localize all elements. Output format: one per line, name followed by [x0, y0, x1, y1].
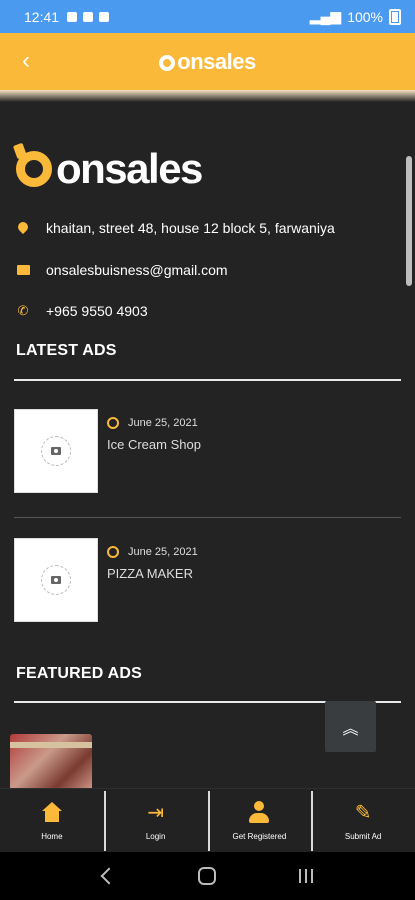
nav-label: Login [145, 832, 166, 841]
notification-icon [67, 11, 78, 22]
battery-icon [389, 8, 401, 25]
ad-date: June 25, 2021 [107, 417, 198, 429]
header-brand-text: onsales [177, 48, 256, 74]
notification-icon [83, 11, 94, 22]
nav-get-registered[interactable]: Get Registered [207, 789, 312, 852]
featured-ad-card[interactable] [10, 734, 92, 788]
user-icon [247, 800, 271, 824]
ad-date-text: June 25, 2021 [128, 417, 198, 429]
phone-icon: ✆ [17, 303, 29, 318]
ad-date-text: June 25, 2021 [128, 546, 198, 558]
ad-title[interactable]: PIZZA MAKER [107, 566, 193, 581]
latest-ads-title: LATEST ADS [16, 342, 117, 359]
system-home-button[interactable] [187, 861, 227, 891]
notification-icons [67, 11, 110, 22]
battery-level: 100% [347, 8, 383, 25]
home-icon [40, 800, 64, 824]
ad-divider [14, 517, 401, 518]
nav-login[interactable]: ⇥ Login [103, 789, 208, 852]
email-text[interactable]: onsalesbuisness@gmail.com [46, 262, 228, 278]
bottom-nav: Home ⇥ Login Get Registered ✎ Submit Ad [0, 788, 415, 852]
camera-placeholder-icon [41, 565, 71, 595]
header-logo: onsales [159, 48, 256, 75]
brand-mark-icon [16, 151, 52, 187]
back-button[interactable]: ‹ [12, 47, 40, 75]
nav-home[interactable]: Home [0, 789, 104, 852]
clock-icon [107, 546, 119, 558]
back-arrow-icon [100, 867, 118, 885]
ad-title[interactable]: Ice Cream Shop [107, 437, 201, 452]
nav-submit-ad[interactable]: ✎ Submit Ad [311, 789, 415, 852]
address-text: khaitan, street 48, house 12 block 5, fa… [46, 220, 335, 236]
chevron-left-icon: ‹ [22, 47, 30, 74]
brand-wordmark: onsales [56, 145, 203, 192]
login-icon: ⇥ [147, 801, 164, 824]
signal-icon: ▂▄▆ [309, 8, 342, 24]
system-nav-bar [0, 852, 415, 900]
brand-logo: onsales [16, 145, 203, 192]
logo-mark-icon [159, 54, 176, 71]
nav-label: Get Registered [232, 832, 287, 841]
location-pin-icon [16, 221, 30, 235]
ad-thumbnail[interactable] [14, 538, 98, 622]
recents-icon [298, 869, 313, 883]
double-chevron-up-icon: ︽ [342, 720, 359, 738]
ad-list-item[interactable]: June 25, 2021 Ice Cream Shop [14, 409, 401, 493]
system-back-button[interactable] [89, 861, 129, 891]
header-shadow [0, 90, 415, 102]
home-circle-icon [198, 867, 217, 885]
address-row: khaitan, street 48, house 12 block 5, fa… [16, 220, 335, 236]
notification-icon [99, 11, 110, 22]
status-right: ▂▄▆ 100% [310, 8, 401, 25]
status-time: 12:41 [24, 8, 60, 25]
status-bar: 12:41 ▂▄▆ 100% [0, 0, 415, 33]
clock-icon [107, 417, 119, 429]
latest-ads-divider [14, 379, 401, 381]
envelope-icon [16, 263, 30, 277]
featured-ads-title: FEATURED ADS [16, 665, 142, 682]
camera-placeholder-icon [41, 436, 71, 466]
scrollbar[interactable] [406, 156, 412, 286]
app-header: ‹ onsales [0, 33, 415, 90]
phone-row[interactable]: ✆ +965 9550 4903 [16, 303, 148, 319]
edit-icon: ✎ [354, 801, 372, 824]
nav-label: Home [41, 832, 63, 841]
phone-text[interactable]: +965 9550 4903 [46, 303, 148, 319]
scroll-to-top-button[interactable]: ︽ [325, 701, 376, 752]
nav-label: Submit Ad [344, 832, 382, 841]
email-row[interactable]: onsalesbuisness@gmail.com [16, 262, 228, 278]
ad-date: June 25, 2021 [107, 546, 198, 558]
ad-list-item[interactable]: June 25, 2021 PIZZA MAKER [14, 538, 401, 622]
ad-thumbnail[interactable] [14, 409, 98, 493]
main-content[interactable]: onsales khaitan, street 48, house 12 blo… [0, 102, 415, 788]
system-recents-button[interactable] [286, 861, 326, 891]
